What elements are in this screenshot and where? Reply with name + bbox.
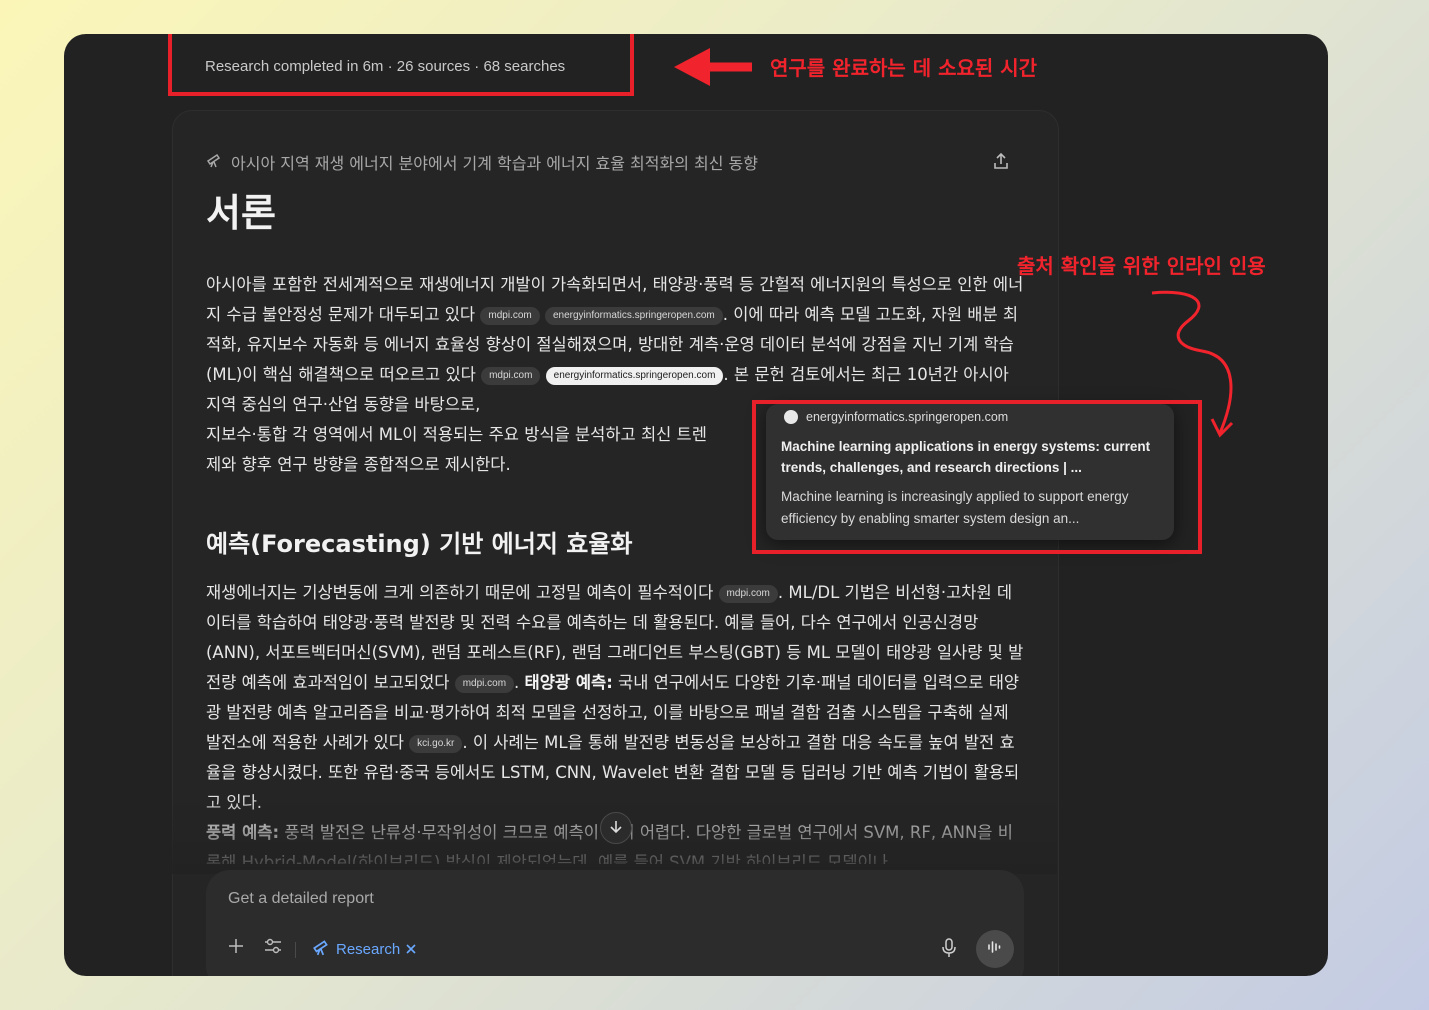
citation-chip[interactable]: kci.go.kr (409, 735, 463, 753)
waveform-icon (987, 939, 1003, 959)
composer-input[interactable]: Get a detailed report (228, 890, 374, 908)
page-title: 서론 (206, 191, 276, 235)
plus-icon[interactable] (228, 938, 244, 954)
telescope-icon (312, 938, 330, 960)
close-icon[interactable] (406, 941, 416, 958)
citation-chip[interactable]: energyinformatics.springeropen.com (544, 307, 723, 325)
popover-highlight-box (752, 400, 1202, 554)
citation-chip[interactable]: mdpi.com (481, 367, 541, 385)
citation-chip-active[interactable]: energyinformatics.springeropen.com (545, 367, 724, 385)
report-subtitle: 아시아 지역 재생 에너지 분야에서 기계 학습과 에너지 효율 최적화의 최신… (206, 150, 758, 174)
citation-chip[interactable]: mdpi.com (454, 675, 515, 693)
share-icon[interactable] (992, 152, 1010, 174)
microphone-icon[interactable] (941, 938, 957, 962)
citation-chip[interactable]: mdpi.com (480, 307, 540, 325)
voice-mode-button[interactable] (976, 930, 1014, 968)
annotation-citation-label: 출처 확인을 위한 인라인 인용 (1017, 254, 1266, 278)
annotation-time-label: 연구를 완료하는 데 소요된 시간 (770, 56, 1038, 80)
arrow-down-icon (609, 819, 623, 838)
section-title: 예측(Forecasting) 기반 에너지 효율화 (206, 530, 633, 558)
citation-chip[interactable]: mdpi.com (718, 585, 778, 603)
sliders-icon[interactable] (264, 938, 282, 954)
status-highlight-box (168, 34, 634, 96)
telescope-icon (206, 152, 222, 172)
composer[interactable]: Get a detailed report Research (206, 870, 1024, 976)
scroll-down-button[interactable] (600, 812, 632, 844)
toolbar-divider (295, 942, 296, 958)
annotation-curly-arrow (1151, 290, 1234, 438)
research-tool-button[interactable]: Research (312, 938, 416, 960)
annotation-arrow-left (674, 48, 752, 86)
